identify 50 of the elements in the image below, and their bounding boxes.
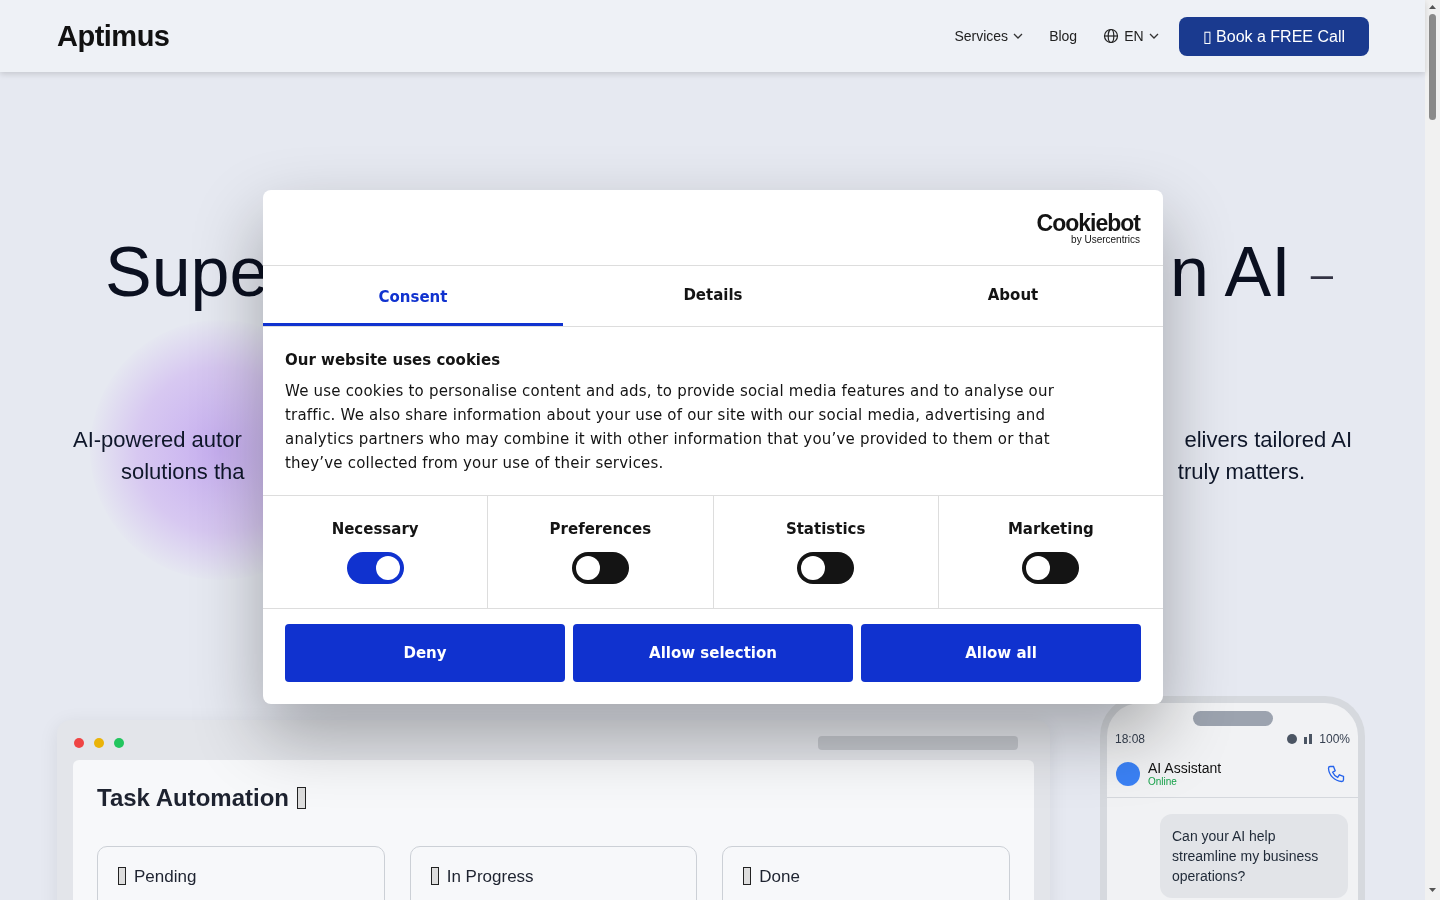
hero-subtitle: AI-powered autor bbox=[73, 426, 242, 454]
glyph-icon bbox=[430, 867, 439, 885]
battery-level: 100% bbox=[1319, 732, 1350, 746]
dialog-tab[interactable]: About bbox=[863, 266, 1163, 326]
column-title: Pending bbox=[134, 867, 197, 887]
hero-subtitle: truly matters. bbox=[1177, 458, 1305, 486]
cookiebot-logo: Cookiebot bbox=[1036, 210, 1140, 235]
toggle-switch[interactable] bbox=[797, 552, 855, 584]
window-controls-icon bbox=[73, 737, 125, 749]
contact-name: AI Assistant bbox=[1148, 760, 1223, 776]
status-time: 18:08 bbox=[1115, 732, 1146, 746]
phone-icon[interactable] bbox=[1326, 763, 1346, 784]
dialog-text: We use cookies to personalise content and ads, to provide social media features and to analyse our traffic. We also share information about your use of our site with our social media, advertising and analytics partners who may combine it with other information that you’ve provided to them or that they’ve collected from your use of their services. bbox=[285, 381, 1056, 474]
logo-subtitle: by Usercentrics bbox=[1071, 233, 1140, 245]
glyph-icon bbox=[743, 867, 752, 885]
hero-subtitle: solutions tha bbox=[121, 458, 245, 486]
toggle-switch[interactable] bbox=[1022, 552, 1080, 584]
globe-icon bbox=[1103, 28, 1120, 44]
camera-dot-icon bbox=[1287, 734, 1298, 744]
category-label: Preferences bbox=[549, 520, 652, 538]
hero-title: n AI bbox=[1170, 232, 1291, 312]
column-title: Done bbox=[759, 867, 800, 887]
hero-dash: – bbox=[1310, 251, 1333, 297]
language-selector[interactable]: EN bbox=[1103, 28, 1159, 44]
consent-button[interactable]: Deny bbox=[285, 624, 565, 682]
online-status: Online bbox=[1148, 776, 1178, 787]
category-label: Statistics bbox=[785, 520, 866, 538]
hero-subtitle: elivers tailored AI bbox=[1184, 426, 1352, 454]
logo[interactable]: Aptimus bbox=[57, 19, 170, 53]
dialog-heading: Our website uses cookies bbox=[285, 351, 502, 369]
scrollbar[interactable] bbox=[1425, 0, 1440, 900]
avatar bbox=[1116, 761, 1140, 786]
consent-button[interactable]: Allow all bbox=[861, 624, 1141, 682]
category-label: Necessary bbox=[331, 520, 419, 538]
panel-title: Task Automation bbox=[97, 784, 289, 812]
nav-link[interactable]: Blog bbox=[1049, 28, 1078, 44]
dialog-tab[interactable]: Consent bbox=[263, 266, 563, 326]
signal-icon bbox=[1303, 734, 1314, 744]
book-call-button[interactable]: ▯ Book a FREE Call bbox=[1178, 16, 1369, 56]
column-title: In Progress bbox=[446, 867, 534, 887]
chat-bubble: Can your AI help streamline my business operations? bbox=[1160, 814, 1348, 898]
consent-button[interactable]: Allow selection bbox=[573, 624, 853, 682]
nav-link[interactable]: Services bbox=[954, 28, 1024, 44]
chevron-down-icon bbox=[1148, 33, 1159, 39]
toggle-switch[interactable] bbox=[346, 552, 404, 584]
glyph-icon bbox=[297, 787, 306, 809]
toggle-switch[interactable] bbox=[571, 552, 629, 584]
category-label: Marketing bbox=[1007, 520, 1094, 538]
glyph-icon bbox=[118, 867, 126, 885]
dialog-tab[interactable]: Details bbox=[563, 266, 863, 326]
